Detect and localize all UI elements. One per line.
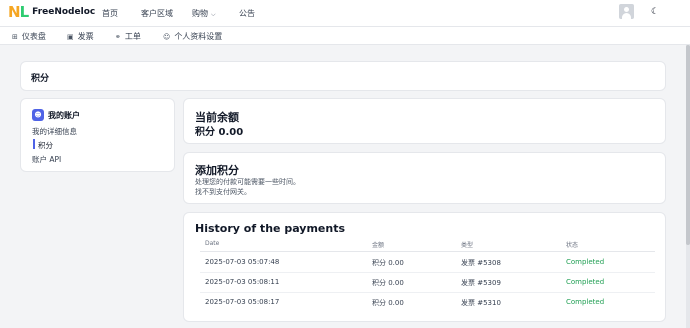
nav-announcements[interactable]: 公告 — [239, 8, 255, 19]
subnav-tickets-label: 工单 — [124, 32, 141, 41]
row-type[interactable]: 发票 #5310 — [461, 298, 501, 308]
balance-card: 当前余额 积分 0.00 — [183, 98, 666, 144]
brand-name: FreeNodeloc — [32, 7, 96, 17]
nav-shop-label: 购物 — [192, 9, 208, 18]
avatar-body — [622, 13, 631, 19]
row-type[interactable]: 发票 #5308 — [461, 258, 501, 268]
headset-icon: ⚭ — [115, 32, 121, 41]
subnav-invoices-label: 发票 — [77, 32, 94, 41]
sidebar-item-credits[interactable]: 积分 — [38, 140, 53, 151]
top-navbar: NL FreeNodeloc 首页 客户区域 购物 ⌵ 公告 ☾ — [0, 0, 690, 26]
balance-amount: 积分 0.00 — [195, 127, 244, 138]
table-row: 2025-07-03 05:07:48 积分 0.00 发票 #5308 Com… — [184, 253, 665, 273]
row-status: Completed — [566, 278, 605, 286]
row-amount: 积分 0.00 — [372, 279, 404, 287]
row-date: 2025-07-03 05:07:48 — [205, 258, 280, 266]
page-title: 积分 — [31, 74, 50, 84]
nav-client-area[interactable]: 客户区域 — [141, 8, 173, 19]
table-row: 2025-07-03 05:08:11 积分 0.00 发票 #5309 Com… — [184, 273, 665, 293]
row-status: Completed — [566, 258, 605, 266]
avatar-head — [624, 7, 629, 12]
row-date: 2025-07-03 05:08:11 — [205, 278, 280, 286]
history-title: History of the payments — [195, 222, 346, 235]
sidebar-item-api[interactable]: 账户 API — [32, 154, 61, 165]
subnav-profile-settings[interactable]: ☺ 个人资料设置 — [163, 31, 222, 42]
nav-home[interactable]: 首页 — [102, 8, 118, 19]
chevron-down-icon: ⌵ — [211, 11, 216, 18]
column-header-type: 类型 — [461, 242, 474, 249]
row-amount: 积分 0.00 — [372, 259, 404, 267]
grid-icon: ⊞ — [12, 32, 18, 41]
moon-icon[interactable]: ☾ — [651, 7, 659, 17]
row-date: 2025-07-03 05:08:17 — [205, 298, 280, 306]
sub-navbar: ⊞ 仪表盘 ▣ 发票 ⚭ 工单 ☺ 个人资料设置 — [0, 26, 690, 45]
account-title: 我的账户 — [48, 111, 80, 120]
subnav-invoices[interactable]: ▣ 发票 — [67, 31, 94, 42]
column-header-date: Date — [205, 240, 220, 247]
row-status: Completed — [566, 298, 605, 306]
table-row: 2025-07-03 05:08:17 积分 0.00 发票 #5310 Com… — [184, 293, 665, 313]
processing-note: 处理您的付款可能需要一些时间。 — [195, 178, 300, 186]
nav-shop[interactable]: 购物 ⌵ — [192, 8, 216, 19]
subnav-dashboard[interactable]: ⊞ 仪表盘 — [12, 31, 46, 42]
add-credit-card: 添加积分 处理您的付款可能需要一些时间。 找不到支付网关。 — [183, 152, 666, 204]
document-icon: ▣ — [67, 32, 74, 41]
brand-logo[interactable]: NL FreeNodeloc — [8, 4, 95, 20]
logo-mark: NL — [8, 3, 29, 21]
row-type[interactable]: 发票 #5309 — [461, 278, 501, 288]
subnav-dashboard-label: 仪表盘 — [21, 32, 46, 41]
column-header-status: 状态 — [566, 242, 579, 249]
column-header-amount: 金额 — [372, 242, 385, 249]
payment-history-card: History of the payments Date 金额 类型 状态 20… — [183, 212, 666, 322]
user-circle-icon: ☻ — [32, 109, 44, 121]
table-header-divider — [200, 251, 655, 252]
subnav-tickets[interactable]: ⚭ 工单 — [115, 31, 141, 42]
sidebar-item-details[interactable]: 我的详细信息 — [32, 126, 77, 137]
scrollbar-thumb[interactable] — [686, 45, 690, 245]
account-sidebar: ☻ 我的账户 我的详细信息 积分 账户 API — [20, 98, 175, 172]
user-icon: ☺ — [163, 32, 171, 41]
subnav-profile-label: 个人资料设置 — [174, 32, 223, 41]
row-amount: 积分 0.00 — [372, 299, 404, 307]
add-credit-title: 添加积分 — [195, 164, 239, 177]
active-indicator — [33, 139, 35, 149]
no-gateway-note: 找不到支付网关。 — [195, 188, 251, 196]
user-avatar[interactable] — [619, 4, 634, 19]
page-title-card: 积分 — [20, 61, 666, 91]
